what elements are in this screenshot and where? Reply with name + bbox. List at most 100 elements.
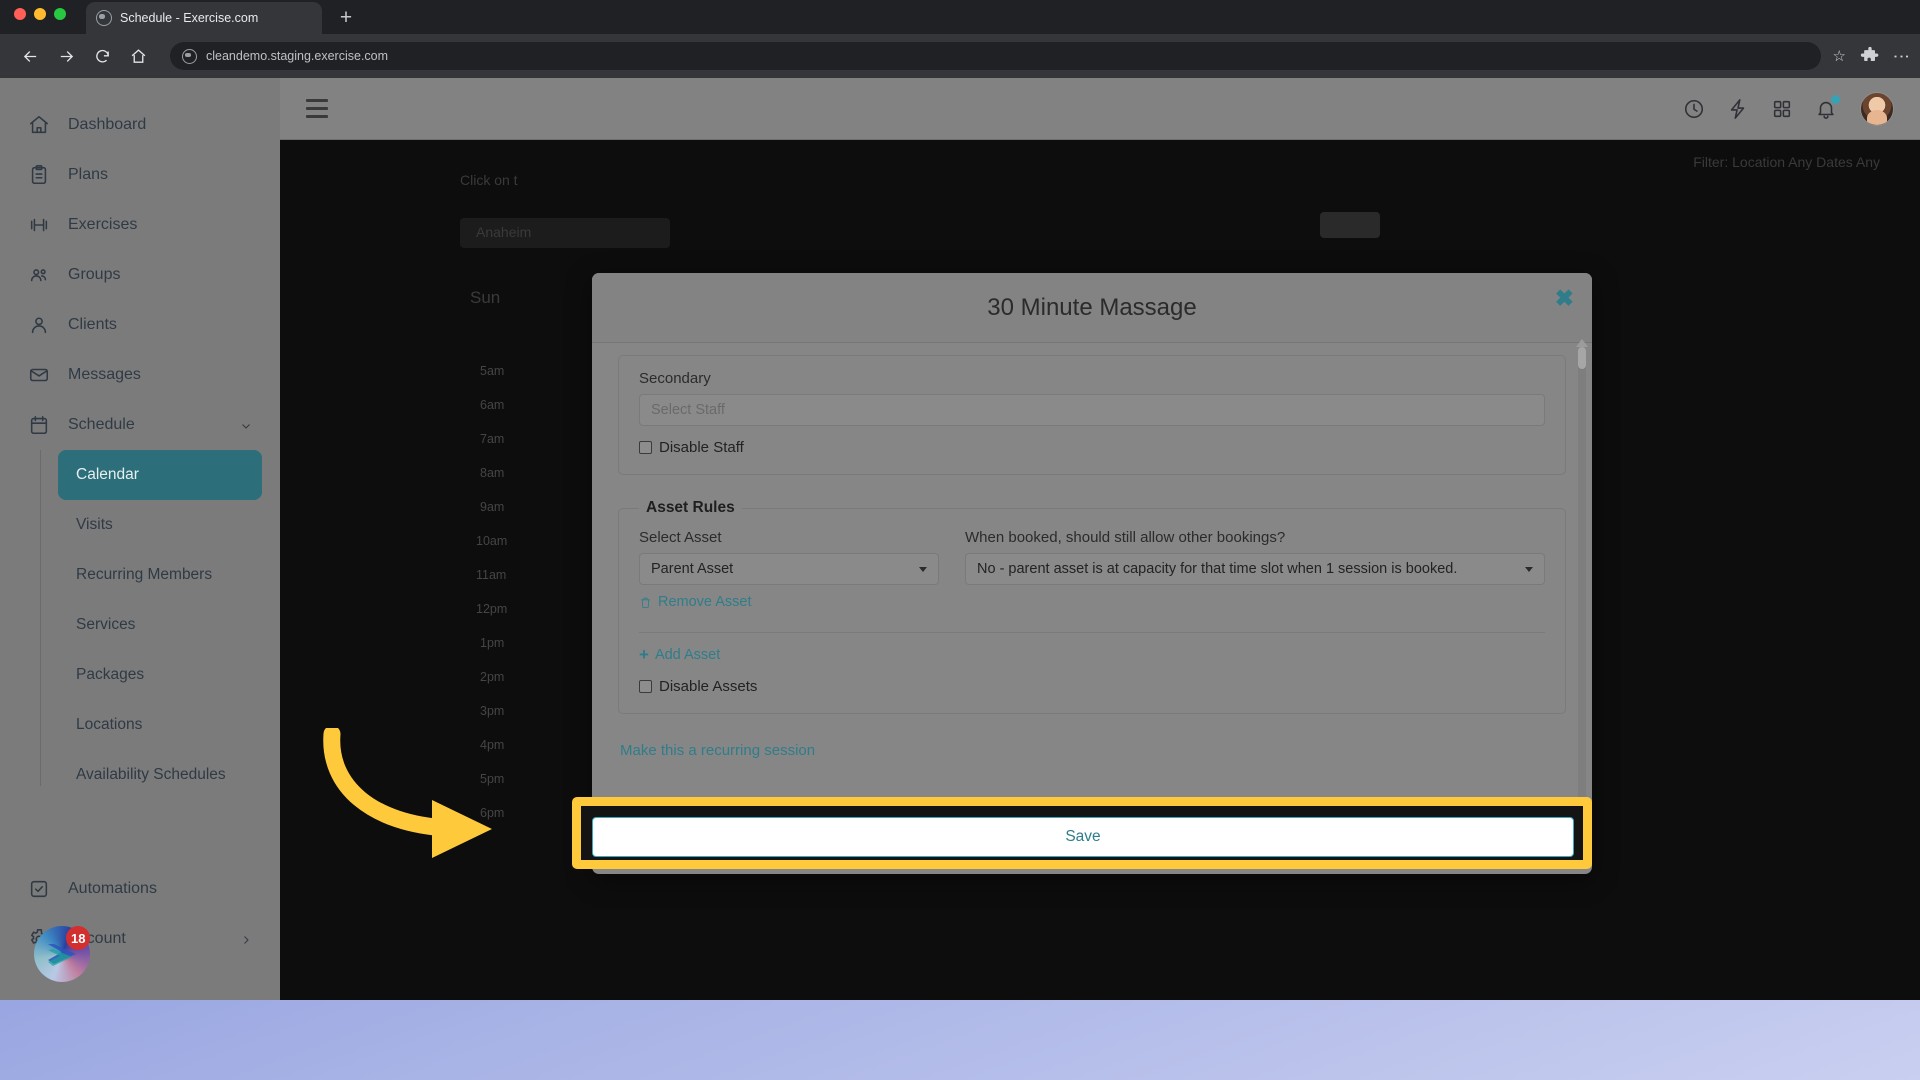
- sidebar-item-schedule[interactable]: Schedule: [0, 400, 280, 450]
- chevron-down-icon: [240, 419, 252, 431]
- sidebar-item-calendar[interactable]: Calendar: [58, 450, 262, 500]
- browser-window: Schedule - Exercise.com + cleandemo.stag…: [0, 0, 1920, 1000]
- page-hint-text: Click on t: [460, 172, 518, 188]
- sub-item-label: Recurring Members: [76, 566, 213, 583]
- annotation-arrow-icon: [323, 728, 492, 858]
- maximize-window-button[interactable]: [54, 8, 66, 20]
- sub-item-label: Calendar: [76, 466, 139, 483]
- staff-section: Secondary Select Staff Disable Staff: [618, 355, 1566, 475]
- reload-button[interactable]: [86, 40, 118, 72]
- bookmark-star-icon[interactable]: ☆: [1833, 47, 1846, 65]
- select-asset-label: Select Asset: [639, 529, 722, 546]
- allow-bookings-column: When booked, should still allow other bo…: [965, 529, 1545, 614]
- app-top-bar: [280, 78, 1920, 140]
- hour-label: 8am: [480, 466, 505, 480]
- sidebar-item-clients[interactable]: Clients: [0, 300, 280, 350]
- hour-label: 10am: [476, 534, 508, 548]
- disable-staff-checkbox[interactable]: [639, 441, 652, 454]
- sidebar-item-visits[interactable]: Visits: [58, 500, 262, 550]
- sidebar-item-label: Schedule: [68, 416, 135, 433]
- sidebar-item-groups[interactable]: Groups: [0, 250, 280, 300]
- scroll-up-arrow-icon[interactable]: [1576, 335, 1588, 347]
- sidebar-item-messages[interactable]: Messages: [0, 350, 280, 400]
- lightning-icon[interactable]: [1716, 87, 1760, 131]
- minimize-window-button[interactable]: [34, 8, 46, 20]
- close-window-button[interactable]: [14, 8, 26, 20]
- notification-dot: [1831, 94, 1840, 104]
- page-filter-text: Filter: Location Any Dates Any: [1693, 154, 1880, 170]
- close-icon[interactable]: ✖: [1555, 287, 1574, 310]
- grid-apps-icon[interactable]: [1760, 87, 1804, 131]
- view-toggle[interactable]: [1320, 212, 1380, 238]
- site-favicon-globe-icon: [182, 48, 197, 64]
- schedule-subnav: Calendar Visits Recurring Members Servic…: [40, 450, 280, 800]
- select-asset-dropdown[interactable]: Parent Asset: [639, 553, 939, 585]
- location-chip-label: Anaheim: [476, 224, 532, 240]
- browser-menu-button[interactable]: ⋮: [1892, 48, 1911, 65]
- extensions-puzzle-icon[interactable]: [1860, 46, 1880, 66]
- browser-tab[interactable]: Schedule - Exercise.com: [86, 2, 322, 34]
- window-traffic-lights[interactable]: [14, 8, 66, 20]
- sub-item-label: Visits: [76, 516, 113, 533]
- home-button[interactable]: [122, 40, 154, 72]
- chevron-down-icon: [1525, 566, 1533, 572]
- disable-staff-row[interactable]: Disable Staff: [639, 439, 1545, 456]
- sidebar-item-packages[interactable]: Packages: [58, 650, 262, 700]
- address-bar[interactable]: cleandemo.staging.exercise.com: [170, 42, 1821, 70]
- add-asset-label: Add Asset: [654, 646, 721, 663]
- sidebar-item-services[interactable]: Services: [58, 600, 262, 650]
- sidebar-item-label: Exercises: [68, 216, 138, 233]
- sidebar-item-automations[interactable]: Automations: [0, 864, 280, 914]
- secondary-staff-input[interactable]: Select Staff: [639, 394, 1545, 426]
- disable-assets-checkbox[interactable]: [639, 679, 652, 693]
- hamburger-menu-icon[interactable]: [306, 99, 328, 118]
- calendar-icon: [28, 414, 50, 436]
- scrollbar-thumb[interactable]: [1578, 347, 1586, 369]
- sub-item-label: Availability Schedules: [76, 766, 226, 783]
- hour-label: 6am: [480, 398, 505, 412]
- add-asset-button[interactable]: + Add Asset: [639, 646, 721, 663]
- sidebar-item-dashboard[interactable]: Dashboard: [0, 100, 280, 150]
- hour-label: 1pm: [480, 636, 505, 650]
- disable-staff-label: Disable Staff: [659, 439, 744, 456]
- hour-label: 9am: [480, 500, 505, 514]
- sidebar-item-locations[interactable]: Locations: [58, 700, 262, 750]
- modal-scrollbar[interactable]: [1578, 347, 1586, 834]
- forward-button[interactable]: [50, 40, 82, 72]
- sidebar-item-label: Groups: [68, 266, 121, 283]
- sidebar-item-plans[interactable]: Plans: [0, 150, 280, 200]
- sub-item-label: Services: [76, 616, 136, 633]
- disable-assets-row[interactable]: Disable Assets: [639, 678, 1545, 695]
- save-button[interactable]: Save: [592, 817, 1574, 857]
- sidebar-item-label: Clients: [68, 316, 117, 333]
- allow-bookings-dropdown[interactable]: No - parent asset is at capacity for tha…: [965, 553, 1545, 585]
- remove-asset-label: Remove Asset: [658, 594, 752, 610]
- back-button[interactable]: [14, 40, 46, 72]
- trash-icon: [641, 597, 650, 608]
- bell-icon[interactable]: [1804, 87, 1848, 131]
- page-title: 30 Minute Massage: [987, 293, 1197, 321]
- sidebar-item-exercises[interactable]: Exercises: [0, 200, 280, 250]
- sidebar-item-label: Dashboard: [68, 116, 147, 133]
- tab-favicon-globe-icon: [96, 10, 112, 26]
- user-icon: [28, 314, 50, 336]
- chevron-down-icon: [919, 566, 927, 572]
- select-asset-value: Parent Asset: [651, 561, 734, 577]
- url-text: cleandemo.staging.exercise.com: [206, 49, 389, 63]
- make-recurring-session-link[interactable]: Make this a recurring session: [620, 742, 815, 759]
- avatar[interactable]: [1860, 91, 1894, 126]
- sidebar-item-availability-schedules[interactable]: Availability Schedules: [58, 750, 262, 800]
- select-asset-column: Select Asset Parent Asset Remove Asset: [639, 529, 939, 614]
- allow-bookings-label: When booked, should still allow other bo…: [965, 529, 1286, 546]
- browser-tab-strip: Schedule - Exercise.com +: [0, 0, 1920, 34]
- sidebar: Dashboard Plans Exercises Groups Clients…: [0, 78, 280, 1000]
- modal-body: Secondary Select Staff Disable Staff Ass…: [592, 343, 1592, 874]
- sidebar-item-recurring-members[interactable]: Recurring Members: [58, 550, 262, 600]
- clock-icon[interactable]: [1672, 87, 1716, 131]
- hour-label: 5am: [480, 364, 505, 378]
- clipboard-icon: [28, 164, 50, 186]
- secondary-label: Secondary: [639, 370, 711, 387]
- remove-asset-button[interactable]: Remove Asset: [639, 594, 752, 610]
- new-tab-button[interactable]: +: [332, 4, 360, 32]
- session-modal: 30 Minute Massage ✖ Secondary Select Sta…: [592, 273, 1592, 874]
